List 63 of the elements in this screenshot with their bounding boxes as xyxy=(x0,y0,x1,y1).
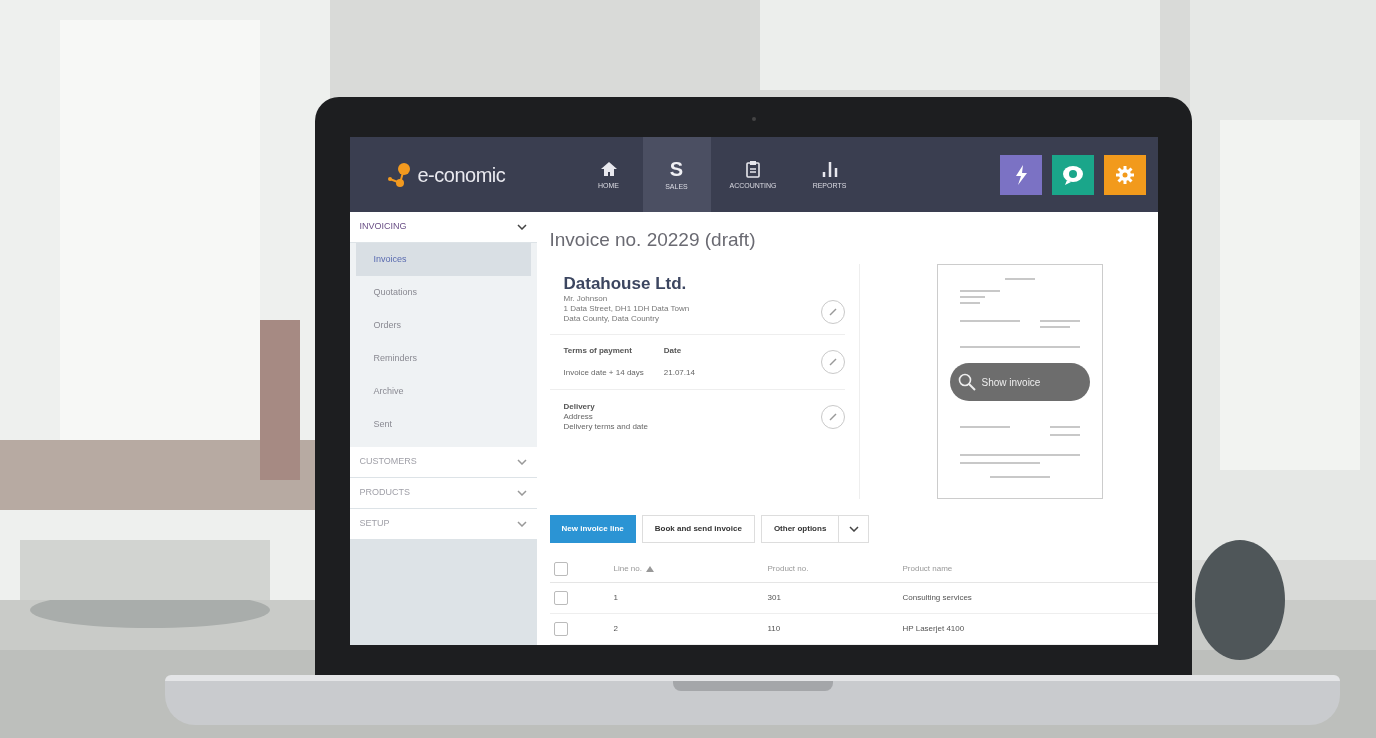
lightning-button[interactable] xyxy=(999,154,1042,195)
table-cell: HP Laserjet 4100 xyxy=(902,623,965,635)
field-value: Invoice date + 14 days xyxy=(563,367,644,379)
edit-button[interactable] xyxy=(820,350,845,374)
section-header[interactable]: SETUP xyxy=(349,509,537,540)
address-line: Data County, Data Country xyxy=(563,314,660,324)
edit-button[interactable] xyxy=(820,300,845,324)
table-cell: Consulting services xyxy=(902,592,972,604)
section-header[interactable]: CUSTOMERS xyxy=(349,447,537,478)
action-button[interactable]: Book and send invoice xyxy=(641,515,755,543)
settings-icon xyxy=(1114,164,1135,185)
chevron-icon xyxy=(516,521,527,527)
logo-text: e-conomic xyxy=(417,162,506,188)
column-header[interactable]: Line no. xyxy=(613,562,642,575)
options-button[interactable]: Other options xyxy=(760,515,840,543)
search-icon xyxy=(957,373,976,391)
table-cell-text: 2 xyxy=(612,623,619,635)
chevron-icon xyxy=(516,490,527,496)
primary-button[interactable]: New invoice line xyxy=(549,515,636,543)
checkbox[interactable] xyxy=(553,561,568,576)
dropdown-button[interactable] xyxy=(839,515,870,543)
sort-icon xyxy=(645,565,654,572)
lightning-icon xyxy=(1013,164,1028,185)
page-title: Invoice no. 20229 (draft) xyxy=(549,228,757,252)
sidebar-item[interactable]: Orders xyxy=(355,309,531,342)
field-label: Date xyxy=(663,345,683,357)
speech-bubble-icon xyxy=(1061,164,1084,185)
clipboard-icon xyxy=(746,159,760,178)
address-line: Mr. Johnson xyxy=(563,294,609,304)
customer-name: Datahouse Ltd. xyxy=(563,274,688,294)
checkbox[interactable] xyxy=(553,591,568,605)
address-line: 1 Data Street, DH1 1DH Data Town xyxy=(563,304,690,314)
house-icon xyxy=(599,159,618,178)
chevron-icon xyxy=(516,459,527,465)
section-header[interactable]: PRODUCTS xyxy=(349,478,537,509)
sidebar-item[interactable]: Invoices xyxy=(355,243,531,276)
pencil-icon xyxy=(827,307,838,317)
chevron-icon xyxy=(516,224,527,230)
column-header[interactable]: Product name xyxy=(902,562,953,575)
bar-chart-icon xyxy=(820,159,839,178)
sidebar-item[interactable]: Archive xyxy=(355,375,531,408)
field-value: Delivery terms and date xyxy=(563,422,648,432)
field-label: Delivery xyxy=(563,402,596,412)
chevron-icon xyxy=(848,526,859,532)
section-header[interactable]: INVOICING xyxy=(349,212,537,243)
sidebar-item[interactable]: Sent xyxy=(355,408,531,441)
help-button[interactable] xyxy=(1051,154,1094,195)
table-cell-text: 1 xyxy=(612,592,619,604)
field-value: Address xyxy=(563,412,594,422)
edit-button[interactable] xyxy=(820,405,845,429)
field-label: Terms of payment xyxy=(563,345,633,357)
pencil-icon xyxy=(827,412,838,422)
sidebar-item[interactable]: Quotations xyxy=(355,276,531,309)
field-value: 21.07.14 xyxy=(663,367,695,379)
settings-button[interactable] xyxy=(1103,154,1146,195)
column-header[interactable]: Product no. xyxy=(767,562,903,575)
checkbox[interactable] xyxy=(553,622,568,636)
table-cell-text: 110 xyxy=(767,623,782,635)
pencil-icon xyxy=(827,357,838,367)
sidebar-item[interactable]: Reminders xyxy=(355,342,531,375)
table-cell-text: 301 xyxy=(767,592,782,604)
camera-icon xyxy=(751,117,756,121)
show-invoice-button[interactable]: Show invoice xyxy=(949,363,1090,401)
